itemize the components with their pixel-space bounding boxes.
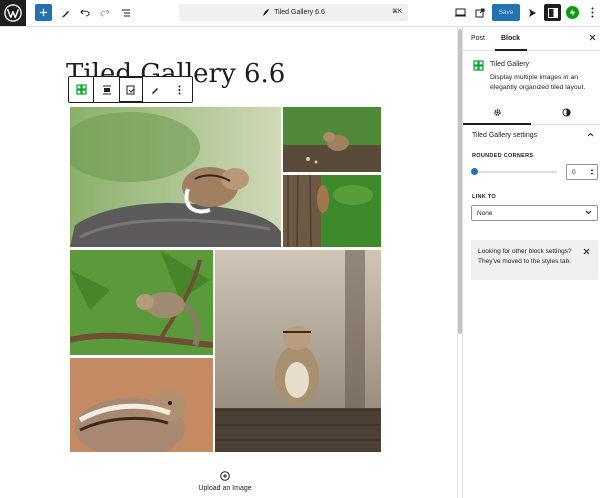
close-icon: [583, 248, 590, 255]
more-options-icon: [178, 85, 181, 94]
tiled-gallery-icon: [76, 84, 87, 95]
styles-half-circle-icon: [561, 108, 571, 117]
dismiss-notice-button[interactable]: [583, 248, 590, 257]
more-vertical-icon: [591, 7, 594, 18]
settings-sidebar: Post Block Tiled Gallery Display multipl…: [462, 27, 600, 498]
inspector-tabs: [463, 100, 600, 125]
gallery-image-chipmunk-on-log[interactable]: [215, 250, 381, 452]
chevron-up-icon: [587, 132, 594, 139]
panel-title: Tiled Gallery settings: [472, 132, 538, 139]
document-overview-button[interactable]: [117, 4, 134, 21]
tools-button[interactable]: [57, 4, 74, 21]
spinner-arrows-icon[interactable]: ▲ ▼: [590, 168, 594, 176]
options-menu-button[interactable]: [584, 4, 600, 21]
tiled-gallery-block-icon: [473, 60, 484, 73]
plus-circle-icon: [220, 471, 230, 481]
command-palette-bar[interactable]: Tiled Gallery 6.6 ⌘K: [179, 4, 408, 21]
editor-top-bar: Tiled Gallery 6.6 ⌘K Save: [0, 0, 600, 27]
block-description: Display multiple images in an elegantly …: [490, 74, 586, 91]
block-type-button[interactable]: [69, 77, 93, 102]
gallery-image-squirrel-on-branch[interactable]: [70, 250, 213, 355]
gallery-settings-panel-header[interactable]: Tiled Gallery settings: [463, 125, 600, 145]
close-sidebar-button[interactable]: [589, 34, 596, 43]
close-icon: [589, 34, 596, 41]
list-view-icon: [121, 9, 130, 16]
external-link-icon: [475, 8, 484, 17]
wordpress-logo[interactable]: [0, 0, 26, 26]
gallery-image-chipmunk-on-ground[interactable]: [283, 107, 381, 172]
block-name: Tiled Gallery: [490, 61, 530, 68]
notice-text: Looking for other block settings? They'v…: [478, 248, 572, 265]
link-to-value: None: [477, 209, 493, 217]
add-block-button[interactable]: [35, 4, 52, 21]
rounded-corners-slider-thumb[interactable]: [471, 168, 478, 175]
media-replace-button[interactable]: [118, 77, 144, 102]
gallery-image-squirrel-eating[interactable]: [70, 358, 213, 452]
publish-button[interactable]: [523, 4, 540, 21]
redo-button[interactable]: [96, 4, 113, 21]
wordpress-icon: [4, 4, 22, 22]
redo-icon: [100, 9, 110, 16]
align-button[interactable]: [94, 77, 118, 102]
tab-styles[interactable]: [532, 100, 600, 125]
preview-button[interactable]: [452, 4, 469, 21]
command-shortcut: ⌘K: [391, 9, 402, 15]
gear-icon: [493, 109, 501, 116]
document-title: Tiled Gallery 6.6: [274, 9, 325, 16]
more-options-button[interactable]: [168, 77, 192, 102]
align-icon: [102, 85, 111, 94]
sidebar-icon: [547, 7, 558, 18]
block-toolbar: [68, 76, 193, 103]
upload-label: Upload an Image: [198, 485, 252, 492]
view-post-button[interactable]: [471, 4, 488, 21]
pencil-icon: [61, 10, 69, 18]
styles-moved-notice: Looking for other block settings? They'v…: [471, 240, 598, 280]
gallery-image-squirrel-on-tree[interactable]: [283, 175, 381, 247]
tab-settings[interactable]: [463, 100, 531, 125]
gallery-image-chipmunk-on-rock[interactable]: [70, 107, 281, 247]
save-button[interactable]: Save: [492, 4, 520, 21]
edit-pencil-icon: [152, 87, 159, 94]
plus-icon: [39, 8, 48, 17]
rounded-corners-label: ROUNDED CORNERS: [472, 153, 534, 159]
jetpack-icon: [569, 8, 576, 17]
desktop-preview-icon: [455, 8, 466, 17]
sidebar-tabs: Post Block: [463, 27, 600, 51]
rounded-corners-input[interactable]: 0 ▲ ▼: [566, 164, 598, 180]
upload-image-button[interactable]: Upload an Image: [190, 471, 260, 492]
settings-sidebar-toggle[interactable]: [544, 4, 561, 21]
media-replace-icon: [126, 85, 135, 94]
link-to-select[interactable]: None: [471, 205, 598, 221]
undo-icon: [79, 9, 89, 16]
jetpack-button[interactable]: [566, 6, 579, 19]
chevron-down-icon: [585, 210, 592, 217]
rounded-corners-value: 0: [572, 168, 576, 176]
tab-post[interactable]: Post: [471, 35, 485, 42]
feather-icon: [262, 8, 270, 17]
undo-button[interactable]: [76, 4, 93, 21]
link-to-label: LINK TO: [472, 194, 496, 200]
publish-icon: [528, 8, 536, 17]
rounded-corners-slider[interactable]: [473, 171, 557, 173]
edit-button[interactable]: [143, 77, 167, 102]
tab-block[interactable]: Block: [501, 35, 520, 42]
